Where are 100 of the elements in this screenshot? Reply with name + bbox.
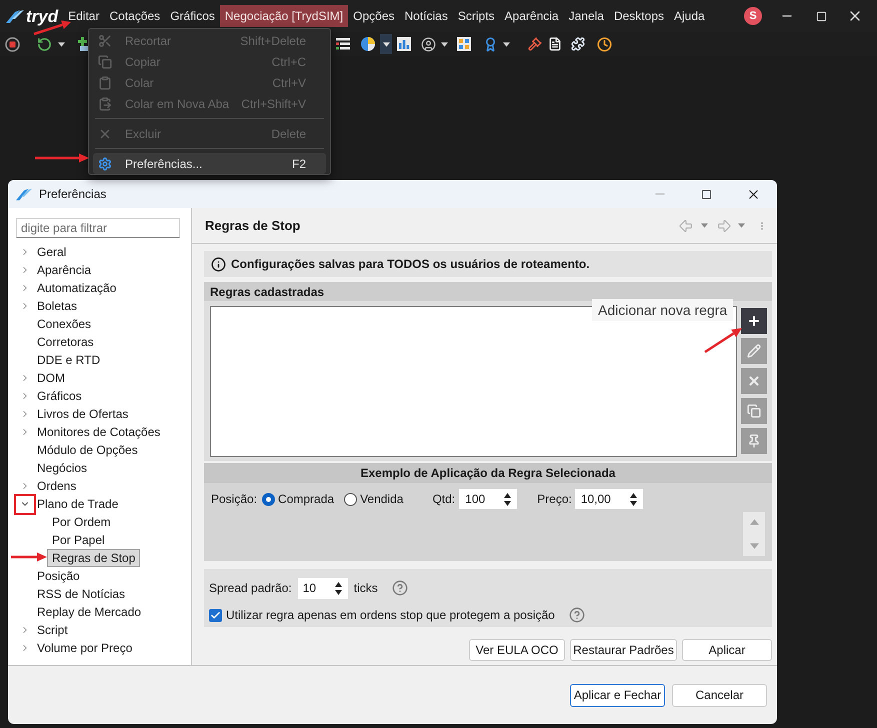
- dialog-button[interactable]: Aplicar e Fechar: [570, 684, 665, 706]
- menu-item[interactable]: Scripts: [452, 5, 500, 27]
- grid-icon[interactable]: [457, 37, 471, 51]
- scrollbar[interactable]: [743, 512, 765, 556]
- radio-label[interactable]: Comprada: [278, 490, 334, 508]
- spread-field[interactable]: 10: [298, 578, 348, 598]
- page-title: Regras de Stop: [205, 216, 300, 235]
- account-avatar[interactable]: S: [744, 7, 762, 25]
- puzzle-icon[interactable]: [571, 37, 585, 51]
- tree-item[interactable]: Replay de Mercado: [32, 603, 146, 621]
- bar-chart-icon[interactable]: [397, 37, 411, 51]
- stepper-icon[interactable]: [334, 582, 342, 594]
- caret-icon[interactable]: [382, 42, 390, 46]
- clipboard-arrow-icon: [98, 96, 112, 110]
- checkbox-label[interactable]: Utilizar regra apenas em ordens stop que protegem a posição: [226, 606, 555, 624]
- tree-item[interactable]: Conexões: [32, 315, 96, 333]
- highlight-frame: [14, 494, 36, 515]
- menu-item[interactable]: Gráficos: [165, 5, 220, 27]
- menu-item[interactable]: Ajuda: [669, 5, 710, 27]
- tool-button[interactable]: [741, 308, 767, 334]
- rules-list[interactable]: [210, 306, 737, 457]
- tree-item[interactable]: Plano de Trade: [32, 495, 124, 513]
- menu-item[interactable]: Opções: [348, 5, 400, 27]
- scroll-down-icon[interactable]: [750, 543, 758, 549]
- maximize-icon: [701, 188, 712, 200]
- tree-item[interactable]: Monitores de Cotações: [32, 423, 166, 441]
- tree-item[interactable]: DOM: [32, 369, 70, 387]
- tree-item[interactable]: RSS de Notícias: [32, 585, 130, 603]
- action-button[interactable]: Restaurar Padrões: [570, 639, 677, 661]
- shortcut-text: F2: [292, 156, 306, 172]
- tree-item[interactable]: Boletas: [32, 297, 82, 315]
- caret-icon[interactable]: [503, 42, 510, 46]
- settings-icon: [98, 156, 112, 170]
- logo-text: tryd: [26, 8, 58, 24]
- tree-item[interactable]: DDE e RTD: [32, 351, 106, 369]
- field-label: Spread padrão:: [209, 580, 292, 597]
- field-label: Posição:: [211, 491, 258, 508]
- menu-item[interactable]: Negociação [TrydSIM]: [220, 5, 348, 27]
- tree-item[interactable]: Script: [32, 621, 73, 639]
- radio-label[interactable]: Vendida: [360, 490, 404, 508]
- plus-icon: [747, 314, 761, 328]
- filter-field[interactable]: digite para filtrar: [16, 218, 180, 238]
- tree-item[interactable]: Automatização: [32, 279, 122, 297]
- scroll-up-icon[interactable]: [750, 519, 758, 525]
- user-icon[interactable]: [421, 36, 436, 52]
- menu-item[interactable]: Notícias: [400, 5, 453, 27]
- menu-item[interactable]: Janela: [564, 5, 609, 27]
- help-icon[interactable]: [392, 580, 408, 596]
- document-icon[interactable]: [548, 37, 562, 51]
- shortcut-text: Shift+Delete: [240, 32, 306, 50]
- tree-item[interactable]: Regras de Stop: [47, 549, 140, 567]
- shortcut-text: Ctrl+C: [272, 54, 306, 70]
- tree-item[interactable]: Aparência: [32, 261, 96, 279]
- maximize-icon: [816, 10, 826, 22]
- menu-item[interactable]: Preferências... F2: [93, 153, 326, 174]
- shortcut-text: Ctrl+Shift+V: [241, 96, 306, 112]
- info-icon: [211, 256, 226, 272]
- list-icon[interactable]: [336, 37, 350, 51]
- tree-item[interactable]: Por Papel: [47, 531, 110, 549]
- menu-item[interactable]: Cotações: [104, 5, 166, 27]
- clock-icon[interactable]: [597, 36, 612, 52]
- stepper-icon[interactable]: [630, 492, 637, 506]
- tree-item[interactable]: Módulo de Opções: [32, 441, 143, 459]
- caret-icon[interactable]: [58, 42, 65, 46]
- refresh-icon[interactable]: [37, 36, 52, 52]
- tooltip: Adicionar nova regra: [592, 299, 734, 321]
- stepper-icon[interactable]: [504, 492, 512, 506]
- tree-item[interactable]: Negócios: [32, 459, 92, 477]
- tree-item[interactable]: Posição: [32, 567, 85, 585]
- menu-item[interactable]: Aparência: [500, 5, 564, 27]
- quantity-field[interactable]: 100: [459, 489, 518, 509]
- checkbox[interactable]: [209, 608, 222, 622]
- radio-button[interactable]: [262, 492, 276, 506]
- tree-item[interactable]: Livros de Ofertas: [32, 405, 134, 423]
- back-icon[interactable]: [678, 218, 694, 234]
- radio-button[interactable]: [344, 492, 358, 506]
- scissors-icon: [98, 34, 112, 48]
- dialog-button[interactable]: Cancelar: [672, 684, 767, 706]
- menu-item[interactable]: Desktops: [608, 5, 669, 27]
- caret-icon[interactable]: [441, 42, 448, 46]
- price-field[interactable]: 10,00: [574, 489, 643, 509]
- dropdown-button[interactable]: [380, 34, 392, 54]
- tree-item[interactable]: Gráficos: [32, 387, 87, 405]
- forward-icon[interactable]: [716, 218, 732, 234]
- award-icon[interactable]: [483, 36, 498, 52]
- tree-item[interactable]: Ordens: [32, 477, 82, 495]
- action-button[interactable]: Aplicar: [682, 639, 772, 661]
- plus-icon[interactable]: [78, 37, 88, 51]
- action-button[interactable]: Ver EULA OCO: [469, 639, 565, 661]
- shortcut-text: Delete: [271, 126, 306, 142]
- tree-item[interactable]: Corretoras: [32, 333, 99, 351]
- tree-item[interactable]: Geral: [32, 243, 72, 261]
- help-icon[interactable]: [568, 607, 585, 623]
- gavel-icon[interactable]: [528, 37, 542, 51]
- tree-item[interactable]: Por Ordem: [47, 513, 116, 531]
- menu-item[interactable]: Editar: [63, 5, 104, 27]
- x-icon: [747, 374, 761, 388]
- pie-chart-icon[interactable]: [361, 37, 375, 51]
- tree-item[interactable]: Volume por Preço: [32, 639, 138, 657]
- stop-icon[interactable]: [5, 36, 20, 52]
